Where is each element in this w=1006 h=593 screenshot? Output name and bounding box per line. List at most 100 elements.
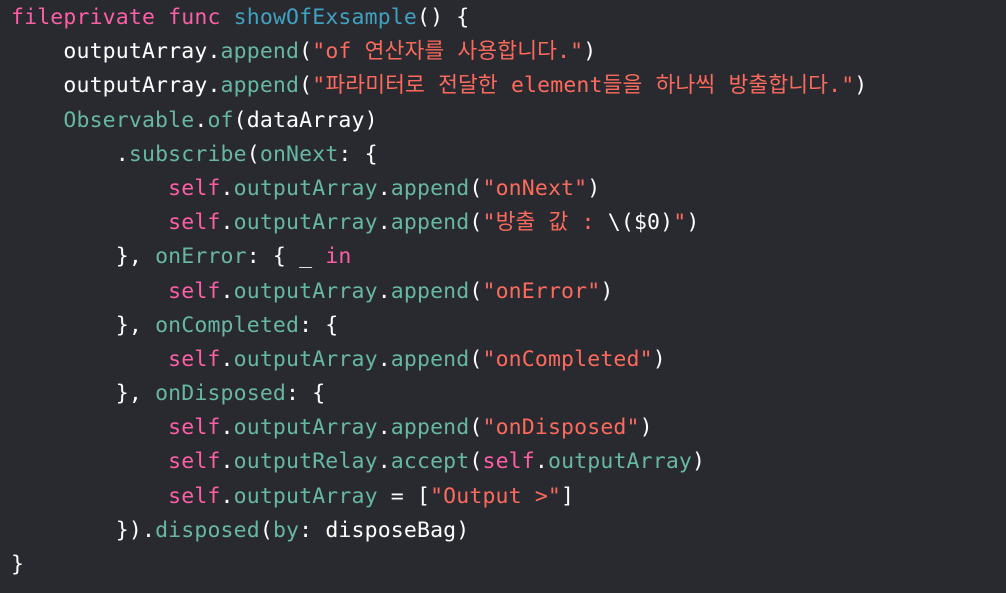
- code-token-identifier: outputArray: [233, 210, 378, 236]
- code-token-plain-text: .: [220, 483, 234, 509]
- code-token-plain-text: .: [220, 449, 234, 475]
- code-token-plain-text: : {: [299, 312, 339, 338]
- code-token-plain-text: (: [469, 346, 483, 372]
- code-token-identifier: by: [272, 517, 300, 543]
- code-token-identifier: append: [390, 278, 470, 304]
- code-line: fileprivate func showOfExsample() {: [11, 1, 1006, 35]
- code-token-plain-text: },: [115, 381, 156, 407]
- code-token-identifier: append: [390, 210, 470, 236]
- code-token-string-literal: "Output >": [430, 483, 562, 509]
- code-line: self.outputArray.append("방출 값 : \($0)"): [11, 206, 1006, 240]
- code-token-identifier: subscribe: [128, 141, 247, 167]
- code-token-plain-text: .: [220, 210, 234, 236]
- code-token-string-literal: "onCompleted": [482, 346, 653, 372]
- code-token-plain-text: outputArray: [63, 39, 208, 65]
- code-token-plain-text: (: [299, 73, 313, 99]
- code-token-declaration: showOfExsample: [233, 5, 417, 30]
- code-token-identifier: onNext: [259, 141, 339, 167]
- code-token-keyword: self: [168, 449, 221, 475]
- code-token-identifier: append: [220, 73, 300, 99]
- code-line: self.outputArray.append("onNext"): [11, 172, 1006, 206]
- code-token-plain-text: .: [207, 73, 221, 99]
- code-token-keyword: self: [482, 449, 535, 475]
- code-token-plain-text: }: [11, 552, 25, 577]
- code-token-identifier: outputArray: [233, 415, 378, 441]
- code-token-plain-text: () {: [416, 5, 470, 30]
- code-token-plain-text: ): [686, 210, 700, 236]
- code-token-keyword: fileprivate: [11, 5, 156, 30]
- code-token-string-literal: "of 연산자를 사용합니다.": [312, 39, 584, 65]
- code-token-plain-text: ): [692, 449, 706, 475]
- code-line: outputArray.append("of 연산자를 사용합니다."): [11, 35, 1006, 69]
- code-token-plain-text: [221, 5, 234, 30]
- code-token-plain-text: ): [854, 73, 868, 99]
- code-token-plain-text: ]: [561, 483, 575, 509]
- code-token-plain-text: [155, 5, 168, 30]
- code-line: }, onDisposed: {: [11, 377, 1006, 411]
- code-line: self.outputArray.append("onDisposed"): [11, 411, 1006, 445]
- code-token-plain-text: : {: [338, 141, 378, 167]
- code-token-identifier: of: [207, 107, 234, 133]
- code-token-identifier: outputArray: [233, 483, 378, 509]
- code-token-plain-text: .: [194, 107, 208, 133]
- code-line: }, onCompleted: {: [11, 309, 1006, 343]
- code-token-string-literal: "onNext": [482, 175, 588, 201]
- code-token-plain-text: .: [377, 175, 391, 201]
- code-token-plain-text: (: [246, 141, 260, 167]
- code-token-identifier: outputArray: [233, 175, 378, 201]
- code-token-plain-text: ): [600, 278, 614, 304]
- code-token-string-literal: ": [673, 210, 687, 236]
- code-token-identifier: outputRelay: [233, 449, 378, 475]
- code-line: .subscribe(onNext: {: [11, 138, 1006, 172]
- code-token-plain-text: .: [220, 278, 234, 304]
- code-token-plain-text: : disposeBag): [299, 517, 470, 543]
- code-line: }).disposed(by: disposeBag): [11, 514, 1006, 548]
- code-token-plain-text: (: [469, 278, 483, 304]
- code-token-keyword: self: [168, 415, 221, 441]
- code-editor[interactable]: fileprivate func showOfExsample() { outp…: [0, 0, 1006, 593]
- code-token-identifier: outputArray: [547, 449, 693, 475]
- code-line: self.outputArray.append("onCompleted"): [11, 343, 1006, 377]
- code-token-plain-text: .: [220, 415, 234, 441]
- code-token-plain-text: (: [469, 415, 483, 441]
- code-token-identifier: onError: [155, 244, 247, 270]
- code-token-plain-text: (dataArray): [233, 107, 378, 133]
- code-token-plain-text: .: [377, 415, 391, 441]
- code-token-plain-text: ): [583, 39, 597, 65]
- code-token-string-literal: "onError": [482, 278, 601, 304]
- code-token-keyword: self: [168, 175, 221, 201]
- code-token-plain-text: \($0): [607, 210, 674, 236]
- code-token-plain-text: ): [639, 415, 653, 441]
- code-token-keyword: in: [325, 244, 352, 270]
- code-token-plain-text: .: [377, 449, 391, 475]
- code-line: self.outputRelay.accept(self.outputArray…: [11, 445, 1006, 479]
- code-token-plain-text: .: [207, 39, 221, 65]
- code-line: self.outputArray.append("onError"): [11, 275, 1006, 309]
- code-line: outputArray.append("파라미터로 전달한 element들을 …: [11, 69, 1006, 103]
- code-token-plain-text: : { _: [246, 244, 326, 270]
- code-token-keyword: self: [168, 483, 221, 509]
- code-token-plain-text: (: [299, 39, 313, 65]
- code-line: }: [11, 548, 1006, 582]
- code-token-identifier: disposed: [155, 517, 260, 543]
- code-token-plain-text: .: [220, 175, 234, 201]
- code-token-keyword: self: [168, 346, 221, 372]
- code-token-identifier: append: [220, 39, 300, 65]
- code-token-identifier: onCompleted: [155, 312, 300, 338]
- code-token-identifier: outputArray: [233, 346, 378, 372]
- code-token-string-literal: "onDisposed": [482, 415, 640, 441]
- code-token-plain-text: = [: [377, 483, 431, 509]
- code-line: Observable.of(dataArray): [11, 104, 1006, 138]
